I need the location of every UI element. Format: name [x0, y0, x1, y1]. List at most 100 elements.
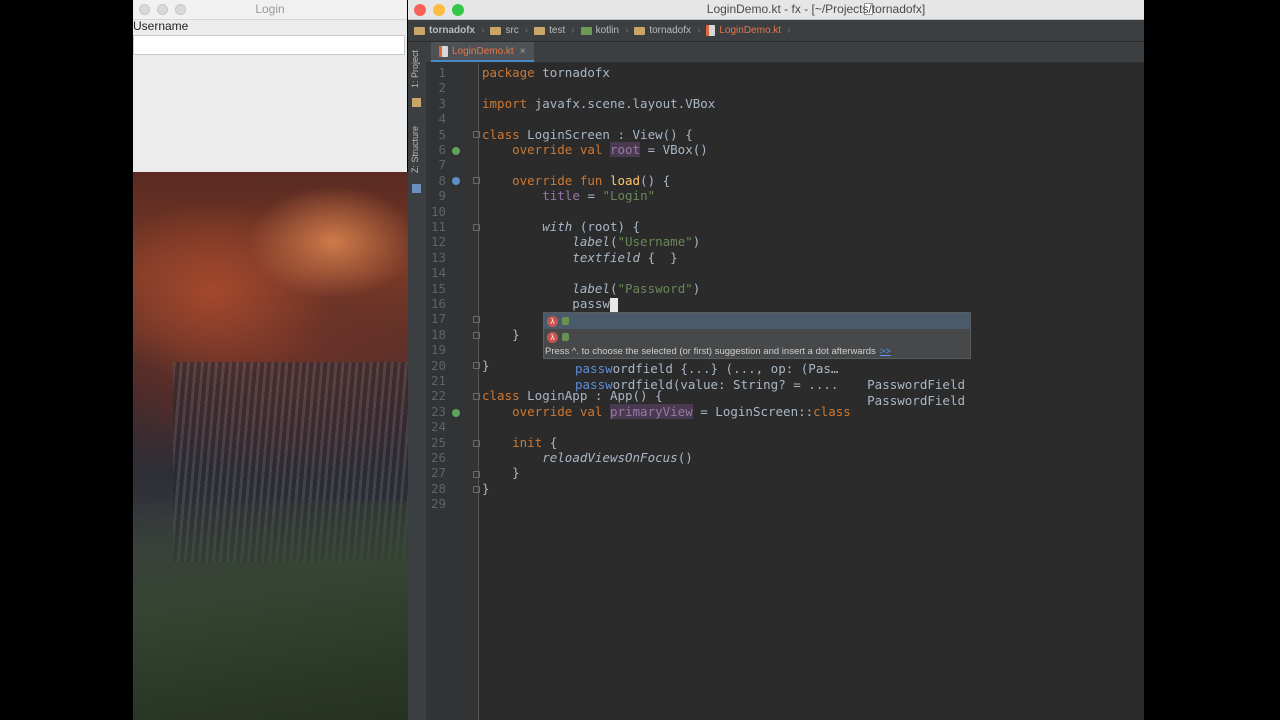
line-number: 11 — [430, 219, 446, 234]
breadcrumb: tornadofx › src › test › kotlin › tornadofx ›… — [408, 20, 1144, 42]
username-field[interactable] — [133, 35, 405, 55]
line-number: 19 — [430, 342, 446, 358]
line-number: 7 — [438, 157, 446, 173]
line-number: 25 — [430, 434, 446, 450]
code-line: label("Password") — [572, 280, 701, 296]
fold-marker-icon[interactable] — [473, 393, 480, 400]
breadcrumb-item-src[interactable]: src › — [490, 25, 528, 36]
fold-marker-icon[interactable] — [473, 332, 480, 339]
screen-right-margin — [1144, 0, 1280, 720]
override-gutter-icon[interactable] — [452, 409, 460, 417]
method-icon: λ — [547, 316, 558, 327]
folder-icon — [414, 26, 425, 35]
code-line: override fun load() { — [482, 172, 671, 188]
line-number: 13 — [430, 249, 446, 265]
ide-window-title: LoginDemo.kt - fx - [~/Projects/tornadof… — [706, 2, 926, 16]
chevron-right-icon: › — [624, 25, 629, 36]
code-line: label("Username") — [572, 234, 701, 250]
breadcrumb-item-project[interactable]: tornadofx › — [414, 25, 484, 36]
login-window-title: Login — [255, 2, 285, 16]
source-folder-icon — [580, 26, 592, 35]
line-number: 29 — [430, 496, 446, 512]
breadcrumb-item-kotlin[interactable]: kotlin › — [580, 25, 629, 36]
code-line: } — [482, 357, 490, 373]
line-number: 10 — [430, 203, 446, 219]
lock-icon — [562, 317, 569, 325]
lock-icon — [562, 333, 569, 341]
line-number: 26 — [430, 450, 446, 465]
line-number: 23 — [430, 403, 446, 419]
breadcrumb-item-test[interactable]: test › — [534, 25, 575, 36]
completion-item[interactable]: λ passwordfield {...} (..., op: (Pas… Pa… — [544, 313, 970, 392]
breadcrumb-item-file[interactable]: LoginDemo.kt › — [706, 25, 790, 36]
line-number: 27 — [430, 465, 446, 481]
code-line: class LoginScreen : View() { — [482, 126, 693, 142]
folder-icon — [534, 26, 546, 35]
line-number: 15 — [430, 280, 446, 296]
line-number: 6 — [438, 142, 446, 157]
close-tab-icon[interactable]: × — [520, 46, 526, 57]
code-line-current: passw — [482, 296, 618, 312]
breadcrumb-item-package[interactable]: tornadofx › — [634, 25, 700, 36]
line-number: 21 — [430, 373, 446, 388]
desktop-wallpaper — [133, 172, 408, 720]
kotlin-file-icon — [706, 25, 716, 36]
code-completion-popup: λ passwordfield {...} (..., op: (Pas… Pa… — [543, 312, 971, 408]
code-line: } — [482, 326, 520, 342]
line-number: 4 — [438, 111, 446, 127]
fold-marker-icon[interactable] — [473, 224, 480, 231]
text-caret — [609, 297, 618, 312]
fold-marker-icon[interactable] — [473, 177, 480, 184]
line-number: 8 — [438, 172, 446, 188]
line-number: 28 — [430, 480, 446, 496]
line-number: 20 — [430, 357, 446, 373]
chevron-right-icon: › — [524, 25, 529, 36]
code-line: textfield { } — [572, 249, 678, 265]
close-window-button[interactable] — [414, 4, 426, 16]
fold-marker-icon[interactable] — [473, 471, 480, 478]
chevron-right-icon: › — [481, 25, 485, 36]
code-line: init { — [512, 434, 558, 450]
chevron-right-icon: › — [697, 25, 701, 36]
screen-left-margin — [0, 0, 133, 720]
code-line: title = "Login" — [542, 188, 656, 204]
zoom-window-button[interactable] — [452, 4, 464, 16]
ide-window: LoginDemo.kt - fx - [~/Projects/tornadof… — [408, 0, 1144, 720]
line-number: 16 — [430, 296, 446, 311]
line-number: 22 — [430, 388, 446, 404]
code-line: with (root) { — [542, 219, 641, 234]
line-number: 2 — [438, 80, 446, 96]
code-line: override val primaryView = LoginScreen::… — [482, 403, 851, 419]
indent-guide — [478, 63, 479, 720]
chevron-right-icon: › — [787, 25, 791, 36]
line-number: 14 — [430, 265, 446, 281]
line-number: 1 — [438, 65, 446, 80]
method-icon: λ — [547, 332, 558, 343]
completion-item[interactable]: λ passwordfield(value: String? = .... Pa… — [544, 329, 970, 408]
login-titlebar: Login — [133, 0, 407, 20]
chevron-right-icon: › — [571, 25, 575, 36]
minimize-window-button[interactable] — [433, 4, 445, 16]
editor-tabs: LoginDemo.kt × — [426, 42, 1144, 63]
line-number: 18 — [430, 326, 446, 342]
fold-marker-icon[interactable] — [473, 362, 480, 369]
line-number: 24 — [430, 419, 446, 435]
code-line: reloadViewsOnFocus() — [542, 450, 693, 465]
package-icon — [634, 26, 646, 35]
wallpaper-forest — [133, 502, 408, 720]
completion-hint-link[interactable]: >> — [880, 346, 891, 357]
line-number: 9 — [438, 188, 446, 204]
code-line: } — [482, 465, 520, 481]
fold-marker-icon[interactable] — [473, 131, 480, 138]
tab-logindemo[interactable]: LoginDemo.kt × — [431, 42, 534, 62]
fold-marker-icon[interactable] — [473, 316, 480, 323]
override-gutter-icon[interactable] — [452, 147, 460, 155]
override-gutter-icon[interactable] — [452, 177, 460, 185]
line-number: 5 — [438, 126, 446, 142]
line-number: 3 — [438, 95, 446, 111]
fold-marker-icon[interactable] — [473, 440, 480, 447]
code-line: } — [482, 480, 490, 496]
fold-marker-icon[interactable] — [473, 486, 480, 493]
structure-tool-button[interactable]: Z: Structure — [410, 126, 420, 173]
project-tool-button[interactable]: 1: Project — [410, 50, 420, 88]
